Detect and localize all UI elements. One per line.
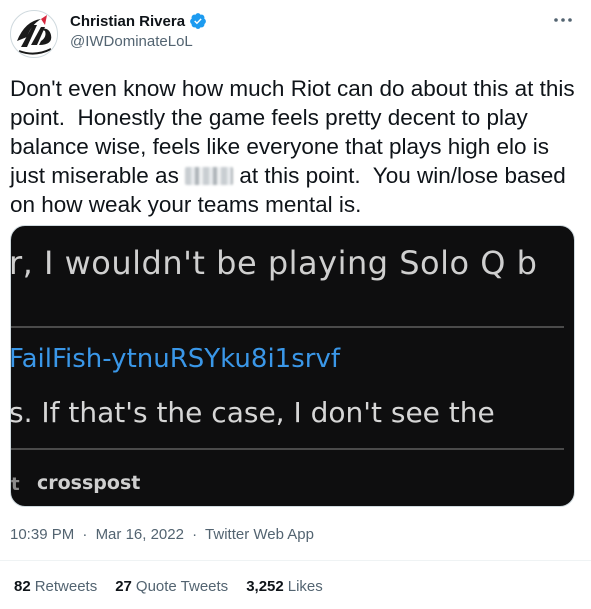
quote-tweets-stat[interactable]: 27 Quote Tweets — [115, 578, 228, 595]
tweet-media-image[interactable]: r, I wouldn't be playing Solo Q b FailFi… — [10, 225, 575, 507]
author-handle[interactable]: @IWDominateLoL — [70, 33, 193, 50]
tweet-header: Christian Rivera @IWDominateLoL — [10, 8, 581, 60]
media-divider — [11, 326, 564, 328]
avatar[interactable] — [10, 10, 58, 58]
quote-tweets-count: 27 — [115, 578, 132, 595]
tweet-stats: 82 Retweets 27 Quote Tweets 3,252 Likes — [14, 578, 323, 595]
tweet-meta: 10:39 PM · Mar 16, 2022 · Twitter Web Ap… — [10, 526, 314, 543]
tweet-time[interactable]: 10:39 PM — [10, 526, 74, 543]
tweet-source-app[interactable]: Twitter Web App — [205, 526, 314, 543]
meta-separator: · — [82, 526, 88, 543]
name-row: Christian Rivera — [70, 12, 207, 30]
media-crosspost-label: crosspost — [37, 472, 141, 494]
redacted-word — [185, 167, 234, 185]
tweet-date[interactable]: Mar 16, 2022 — [96, 526, 184, 543]
likes-count: 3,252 — [246, 578, 284, 595]
media-text-line1: r, I wouldn't be playing Solo Q b — [10, 244, 538, 282]
verified-badge-icon — [190, 13, 206, 29]
more-options-icon[interactable] — [549, 10, 577, 30]
iwd-logo-avatar-icon — [13, 13, 57, 57]
quote-tweets-label: Quote Tweets — [135, 578, 229, 595]
stats-divider — [0, 560, 591, 561]
likes-label: Likes — [287, 578, 323, 595]
media-text-line3: s. If that's the case, I don't see the — [10, 396, 495, 429]
retweets-count: 82 — [14, 578, 31, 595]
retweets-label: Retweets — [34, 578, 98, 595]
likes-stat[interactable]: 3,252 Likes — [246, 578, 323, 595]
meta-separator: · — [192, 526, 198, 543]
retweets-stat[interactable]: 82 Retweets — [14, 578, 97, 595]
tweet-text: Don't even know how much Riot can do abo… — [10, 74, 582, 219]
media-bullet: t — [11, 474, 20, 495]
media-divider — [11, 448, 564, 450]
author-display-name[interactable]: Christian Rivera — [70, 13, 185, 30]
media-link-text: FailFish-ytnuRSYku8i1srvf — [10, 344, 340, 374]
